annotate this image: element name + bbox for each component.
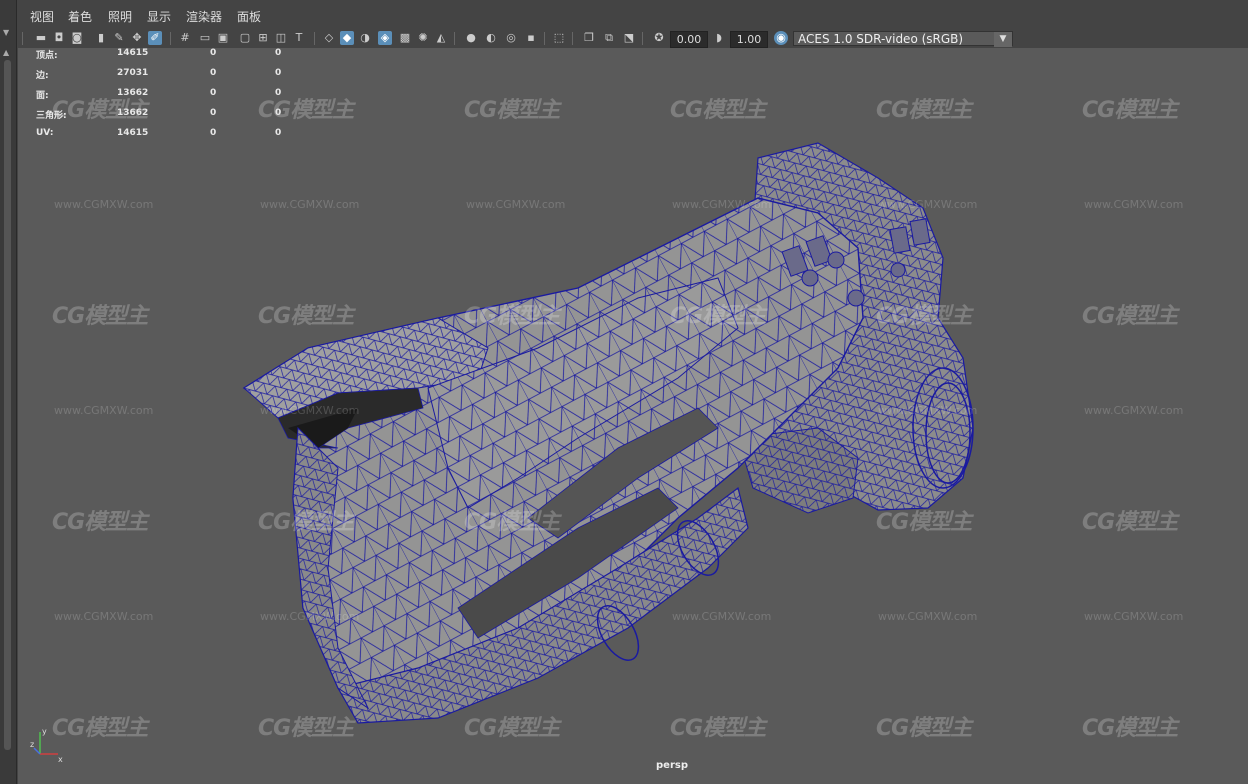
xray-active-icon[interactable]: ⬔ (622, 31, 636, 45)
panel-toolbar: ▬ ◘ ◙ ▮ ✎ ✥ ✐ # ▭ ▣ ▢ ⊞ ◫ T ◇ ◆ ◑ ◈ ▩ ✺ … (18, 30, 1248, 49)
watermark-url: www.CGMXW.com (878, 610, 978, 623)
hud-row-triangles: 三角形: 13662 0 0 (36, 108, 282, 121)
watermark-logo: CG模型主 (464, 510, 560, 535)
panel-menu-bar: 视图 着色 照明 显示 渲染器 面板 (18, 0, 1248, 30)
watermark-logo: CG模型主 (464, 716, 560, 741)
watermark-url: www.CGMXW.com (1084, 404, 1184, 417)
collapse-arrow-icon[interactable]: ▼ (3, 28, 9, 37)
watermark-url: www.CGMXW.com (54, 198, 154, 211)
watermark-logo: CG模型主 (52, 510, 148, 535)
hud-row-faces: 面: 13662 0 0 (36, 88, 282, 101)
hud-row-vertices: 顶点: 14615 0 0 (36, 48, 282, 61)
watermark-logo: CG模型主 (258, 716, 354, 741)
view-transform-dropdown[interactable]: ACES 1.0 SDR-video (sRGB) ▼ (793, 31, 1013, 47)
shadows-icon[interactable]: ◭ (434, 31, 448, 45)
watermark-logo: CG模型主 (670, 304, 766, 329)
lights-icon[interactable]: ✺ (416, 31, 430, 45)
grease-pencil-active-icon[interactable]: ✐ (148, 31, 162, 45)
color-management-icon[interactable]: ◉ (774, 31, 788, 45)
screen-space-ao-icon[interactable]: ● (464, 31, 478, 45)
perspective-viewport[interactable]: CG模型主 CG模型主 CG模型主 CG模型主 CG模型主 CG模型主 www.… (18, 48, 1248, 784)
watermark-logo: CG模型主 (876, 304, 972, 329)
xray-icon[interactable]: ❐ (582, 31, 596, 45)
axis-x-label: x (58, 755, 63, 764)
safe-action-icon[interactable]: ◫ (274, 31, 288, 45)
textured-icon[interactable]: ▩ (398, 31, 412, 45)
wireframe-on-shaded-icon[interactable]: ◈ (378, 31, 392, 45)
camera-name-label: persp (656, 760, 688, 771)
bookmark-icon[interactable]: ◙ (70, 31, 84, 45)
watermark-url: www.CGMXW.com (1084, 610, 1184, 623)
menu-panels[interactable]: 面板 (237, 8, 261, 25)
2d-pan-zoom-icon[interactable]: ✥ (130, 31, 144, 45)
wireframe-mesh[interactable] (18, 48, 1248, 784)
film-gate-icon[interactable]: ▭ (198, 31, 212, 45)
camera-attributes-icon[interactable]: ◘ (52, 31, 66, 45)
image-plane-icon[interactable]: ▮ (94, 31, 108, 45)
watermark-logo: CG模型主 (1082, 98, 1178, 123)
anti-aliasing-icon[interactable]: ◎ (504, 31, 518, 45)
isolate-select-icon[interactable]: ⬚ (552, 31, 566, 45)
watermark-url: www.CGMXW.com (672, 198, 772, 211)
watermark-logo: CG模型主 (1082, 304, 1178, 329)
scroll-up-icon[interactable]: ▲ (3, 48, 9, 57)
watermark-logo: CG模型主 (1082, 716, 1178, 741)
menu-show[interactable]: 显示 (147, 8, 171, 25)
axis-y-label: y (42, 727, 47, 736)
axis-z-label: z (30, 740, 34, 749)
watermark-url: www.CGMXW.com (878, 404, 978, 417)
view-transform-value: ACES 1.0 SDR-video (sRGB) (798, 32, 964, 46)
smooth-shade-icon[interactable]: ◆ (340, 31, 354, 45)
watermark-logo: CG模型主 (1082, 510, 1178, 535)
motion-blur-icon[interactable]: ◐ (484, 31, 498, 45)
watermark-logo: CG模型主 (876, 510, 972, 535)
watermark-logo: CG模型主 (258, 304, 354, 329)
watermark-url: www.CGMXW.com (466, 198, 566, 211)
xray-joints-icon[interactable]: ⧉ (602, 31, 616, 45)
watermark-logo: CG模型主 (670, 98, 766, 123)
watermark-logo: CG模型主 (876, 98, 972, 123)
menu-lighting[interactable]: 照明 (108, 8, 132, 25)
watermark-logo: CG模型主 (464, 304, 560, 329)
watermark-logo: CG模型主 (876, 716, 972, 741)
wireframe-icon[interactable]: ◇ (322, 31, 336, 45)
watermark-url: www.CGMXW.com (1084, 198, 1184, 211)
gate-mask-icon[interactable]: ▢ (238, 31, 252, 45)
exposure-icon[interactable]: ✪ (652, 31, 666, 45)
depth-of-field-icon[interactable]: ▪ (524, 31, 538, 45)
watermark-url: www.CGMXW.com (260, 610, 360, 623)
default-material-icon[interactable]: ◑ (358, 31, 372, 45)
watermark-logo: CG模型主 (464, 98, 560, 123)
view-axis-gizmo: y z x (30, 727, 63, 764)
grease-pencil-icon[interactable]: ✎ (112, 31, 126, 45)
menu-renderer[interactable]: 渲染器 (186, 8, 222, 25)
field-chart-icon[interactable]: ⊞ (256, 31, 270, 45)
menu-view[interactable]: 视图 (30, 8, 54, 25)
chevron-down-icon: ▼ (994, 32, 1012, 47)
watermark-url: www.CGMXW.com (260, 404, 360, 417)
watermark-url: www.CGMXW.com (878, 198, 978, 211)
hud-row-edges: 边: 27031 0 0 (36, 68, 282, 81)
watermark-logo: CG模型主 (52, 304, 148, 329)
left-scrollbar[interactable] (4, 60, 11, 750)
exposure-field[interactable]: 0.00 (670, 31, 708, 48)
resolution-gate-icon[interactable]: ▣ (216, 31, 230, 45)
watermark-url: www.CGMXW.com (672, 610, 772, 623)
safe-title-icon[interactable]: T (292, 31, 306, 45)
grid-icon[interactable]: # (178, 31, 192, 45)
gamma-icon[interactable]: ◗ (712, 31, 726, 45)
hud-row-uvs: UV: 14615 0 0 (36, 128, 282, 138)
watermark-url: www.CGMXW.com (54, 610, 154, 623)
gamma-field[interactable]: 1.00 (730, 31, 768, 48)
menu-shading[interactable]: 着色 (68, 8, 92, 25)
left-side-panel: ▼ ▲ (0, 0, 17, 784)
watermark-logo: CG模型主 (258, 510, 354, 535)
watermark-logo: CG模型主 (670, 716, 766, 741)
watermark-url: www.CGMXW.com (54, 404, 154, 417)
select-camera-icon[interactable]: ▬ (34, 31, 48, 45)
watermark-url: www.CGMXW.com (260, 198, 360, 211)
